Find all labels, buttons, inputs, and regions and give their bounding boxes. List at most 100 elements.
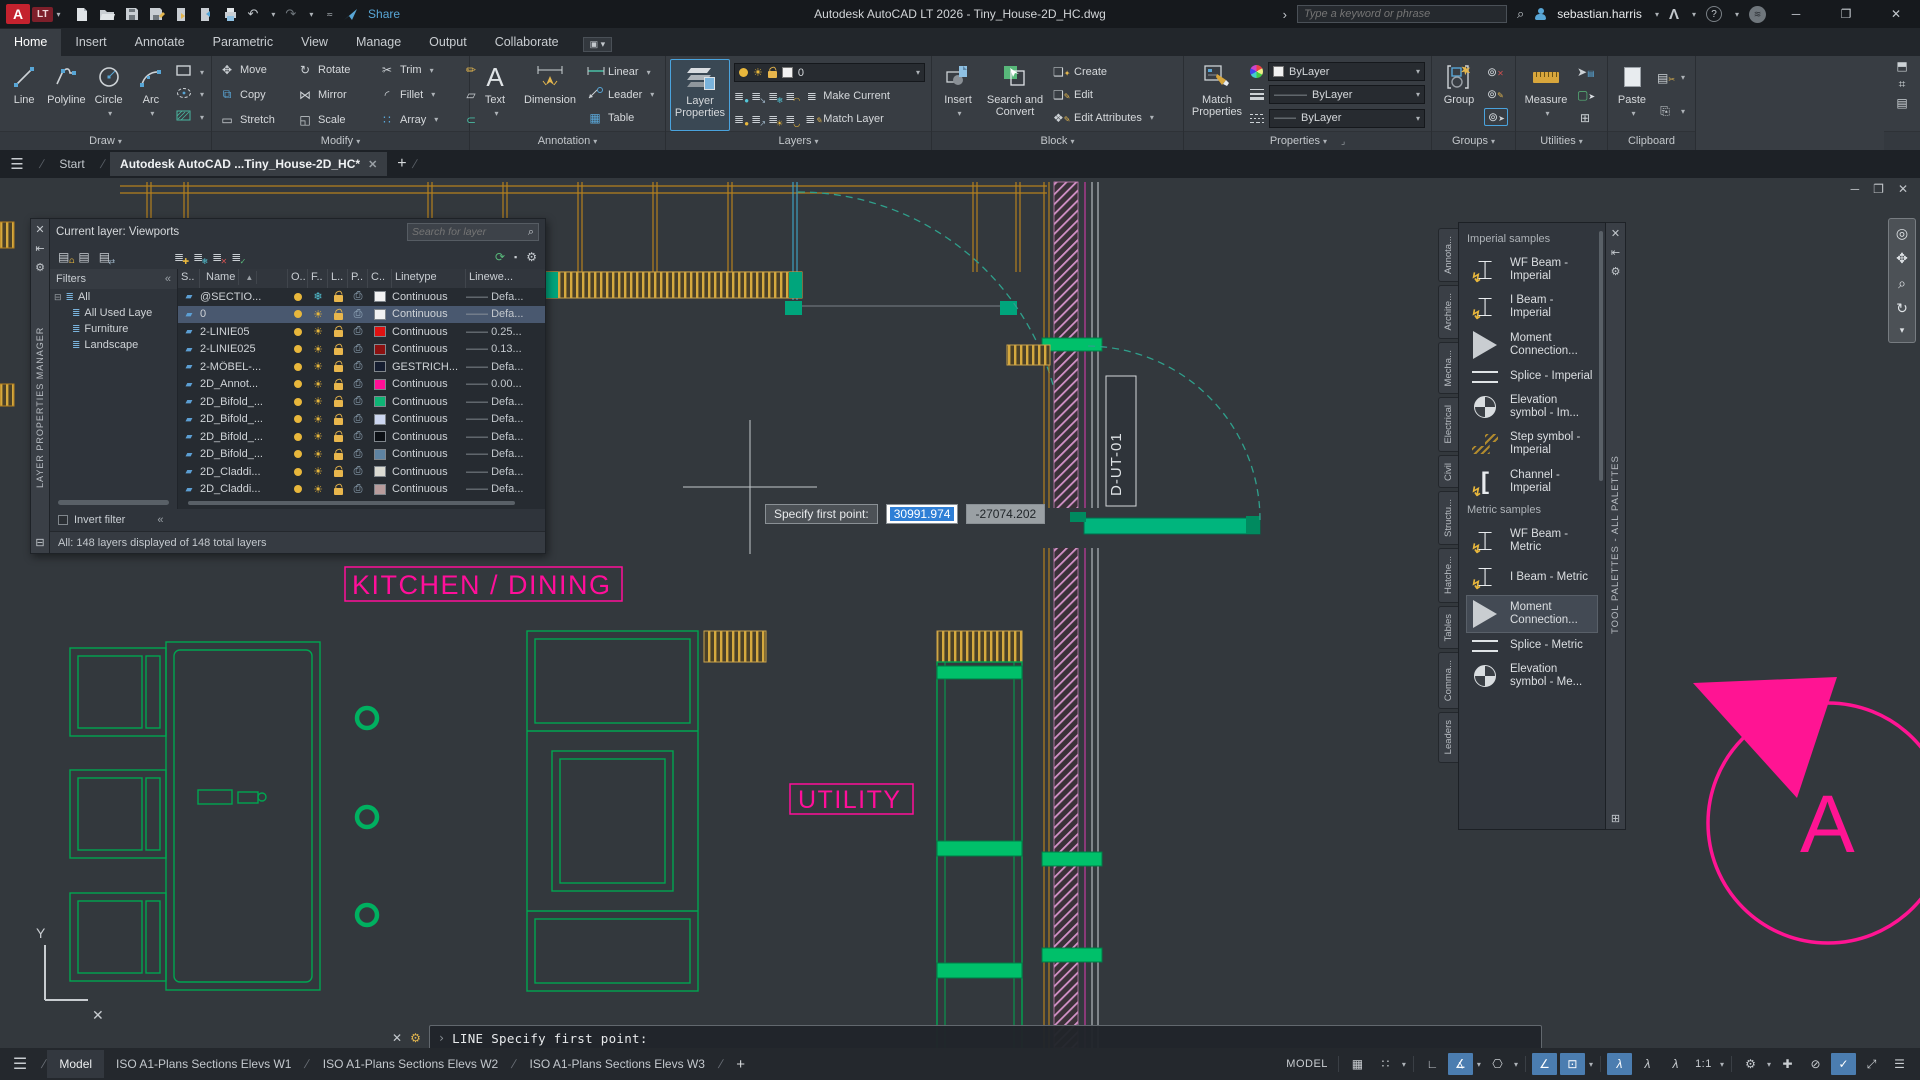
- close-button[interactable]: ✕: [1876, 0, 1916, 28]
- help-dropdown-icon[interactable]: ▾: [1735, 10, 1739, 19]
- annotation-visibility-icon[interactable]: λ: [1607, 1053, 1632, 1075]
- invert-filter-checkbox[interactable]: [58, 515, 68, 525]
- search-input[interactable]: [1297, 5, 1507, 23]
- model-space-toggle[interactable]: MODEL: [1282, 1053, 1332, 1075]
- tool-wf-beam-metric[interactable]: ⌶↯WF Beam - Metric: [1467, 524, 1597, 558]
- autodesk-logo-icon[interactable]: Λ: [1669, 6, 1679, 23]
- workspace-gear-icon[interactable]: ⚙: [1738, 1053, 1763, 1075]
- tab-structural[interactable]: Structu...: [1438, 491, 1458, 545]
- isolate-objects-icon[interactable]: ⊘: [1803, 1053, 1828, 1075]
- polar-tracking-icon[interactable]: ∡: [1448, 1053, 1473, 1075]
- ribbon-tab-view[interactable]: View: [287, 29, 342, 56]
- file-tab-drawing[interactable]: Autodesk AutoCAD ...Tiny_House-2D_HC*✕: [110, 152, 387, 176]
- settings-icon[interactable]: ⚙: [526, 250, 537, 264]
- new-group-filter-icon[interactable]: ▤: [78, 250, 89, 264]
- layer-row[interactable]: ▰2D_Claddi...☀⎙ContinuousDefa...: [178, 463, 545, 481]
- view-tools-icon-1[interactable]: ⬒: [1894, 59, 1910, 73]
- search-convert-button[interactable]: Search and Convert: [982, 59, 1048, 131]
- tab-leaders[interactable]: Leaders: [1438, 712, 1458, 762]
- orbit-icon[interactable]: ↻: [1896, 300, 1908, 317]
- tool-palette-menu-icon[interactable]: ⊞: [1611, 812, 1620, 825]
- color-combo[interactable]: ByLayer▾: [1268, 62, 1425, 81]
- layout-tab-w1[interactable]: ISO A1-Plans Sections Elevs W1: [104, 1050, 303, 1078]
- array-button[interactable]: ∷Array▾: [376, 112, 458, 128]
- fillet-button[interactable]: ◜Fillet▾: [376, 86, 458, 103]
- command-customize-icon[interactable]: ⚙: [410, 1031, 421, 1045]
- app-menu-dropdown-icon[interactable]: ▾: [56, 10, 60, 19]
- grid-scrollbar[interactable]: [188, 501, 515, 505]
- layout-tab-w3[interactable]: ISO A1-Plans Sections Elevs W3: [518, 1050, 717, 1078]
- arc-button[interactable]: Arc ▾: [131, 59, 171, 131]
- layer-grid-header[interactable]: S.. Name ▲ O.. F.. L.. P.. C.. Linetype …: [178, 269, 545, 288]
- tool-palette-scrollbar[interactable]: [1599, 231, 1603, 481]
- graphics-performance-icon[interactable]: ✓: [1831, 1053, 1856, 1075]
- status-customize-icon[interactable]: ☰: [1887, 1053, 1912, 1075]
- panel-label-draw[interactable]: Draw▾: [0, 131, 211, 150]
- layer-search-input[interactable]: [412, 226, 528, 238]
- clean-screen-icon[interactable]: ⤢: [1859, 1053, 1884, 1075]
- snap-dropdown-icon[interactable]: ▾: [1402, 1060, 1406, 1069]
- qat-customize-icon[interactable]: ≂: [326, 10, 333, 19]
- tool-moment-connection-metric[interactable]: Moment Connection...: [1467, 596, 1597, 632]
- match-properties-button[interactable]: Match Properties: [1188, 59, 1246, 131]
- layout-menu-icon[interactable]: ☰: [0, 1054, 40, 1074]
- match-layer-button[interactable]: ≣✎Match Layer: [802, 111, 887, 127]
- scale-dropdown-icon[interactable]: ▾: [1720, 1060, 1724, 1069]
- trim-button[interactable]: ✂Trim▾: [376, 62, 458, 78]
- undo-dropdown-icon[interactable]: ▾: [271, 10, 275, 19]
- layer-freeze-icon[interactable]: ≣❄: [768, 89, 778, 103]
- user-dropdown-icon[interactable]: ▾: [1655, 10, 1659, 19]
- osnap-dropdown-icon[interactable]: ▾: [1589, 1060, 1593, 1069]
- tab-mechanical[interactable]: Mecha...: [1438, 342, 1458, 394]
- layer-row[interactable]: ▰2D_Bifold_...☀⎙ContinuousDefa...: [178, 428, 545, 446]
- search-icon[interactable]: ⌕: [1517, 6, 1524, 22]
- circle-button[interactable]: Circle ▾: [89, 59, 129, 131]
- tool-palette-properties-icon[interactable]: ⚙: [1611, 265, 1621, 278]
- layer-row[interactable]: ▰@SECTIO...❄⎙ContinuousDefa...: [178, 288, 545, 306]
- tab-tables[interactable]: Tables: [1438, 606, 1458, 649]
- minimize-button[interactable]: ─: [1776, 0, 1816, 28]
- tab-command[interactable]: Comma...: [1438, 652, 1458, 709]
- tool-splice-imperial[interactable]: Splice - Imperial: [1467, 366, 1597, 387]
- lineweight-icon[interactable]: [1250, 89, 1264, 101]
- zoom-icon[interactable]: ⌕: [1898, 275, 1906, 292]
- annotation-autoscale-icon[interactable]: λ: [1635, 1053, 1660, 1075]
- new-frozen-layer-icon[interactable]: ≣❄: [193, 250, 203, 264]
- layer-lock-icon[interactable]: ≣◠: [785, 89, 795, 103]
- navbar-more-icon[interactable]: ▾: [1900, 325, 1905, 336]
- app-logo[interactable]: A: [6, 4, 30, 24]
- share-icon[interactable]: [343, 8, 358, 21]
- refresh-icon[interactable]: ⟳: [495, 250, 505, 264]
- layer-states-icon[interactable]: ▤⇄: [99, 250, 110, 264]
- hatch-button[interactable]: ▾: [173, 109, 207, 126]
- object-snap-icon[interactable]: ⊡: [1560, 1053, 1585, 1075]
- ribbon-tab-manage[interactable]: Manage: [342, 29, 415, 56]
- isodraft-dropdown-icon[interactable]: ▾: [1514, 1060, 1518, 1069]
- tool-splice-metric[interactable]: Splice - Metric: [1467, 635, 1597, 656]
- share-label[interactable]: Share: [368, 7, 400, 21]
- filter-furniture[interactable]: ≣Furniture: [50, 321, 177, 337]
- user-name[interactable]: sebastian.harris: [1557, 7, 1642, 21]
- ribbon-display-toggle[interactable]: ▣ ▾: [583, 37, 613, 52]
- group-edit-button[interactable]: ⊚✎: [1484, 86, 1508, 102]
- layer-row[interactable]: ▰2D_Claddi...☀⎙ContinuousDefa...: [178, 481, 545, 499]
- cut-clip-button[interactable]: ▤✂▾: [1654, 70, 1688, 86]
- lineweight-combo[interactable]: ———ByLayer▾: [1269, 85, 1425, 104]
- layer-row[interactable]: ▰2-LINIE05☀⎙Continuous0.25...: [178, 323, 545, 341]
- filters-collapse-icon[interactable]: «: [165, 273, 171, 285]
- layer-combo-dropdown-icon[interactable]: ▾: [916, 68, 920, 77]
- linetype-combo[interactable]: ——ByLayer▾: [1269, 109, 1425, 128]
- rectangle-button[interactable]: ▾: [173, 64, 207, 81]
- layer-row-selected[interactable]: ▰0☀⎙ContinuousDefa...: [178, 306, 545, 324]
- edit-attributes-button[interactable]: ❖✎Edit Attributes▾: [1050, 110, 1157, 126]
- layer-row[interactable]: ▰2D_Bifold_...☀⎙ContinuousDefa...: [178, 393, 545, 411]
- layer-properties-button[interactable]: Layer Properties: [670, 59, 730, 131]
- layer-row[interactable]: ▰2-MÖBEL-...☀⎙GESTRICH...Defa...: [178, 358, 545, 376]
- layer-on-all-icon[interactable]: ≣●: [734, 112, 744, 126]
- palette-autohide-icon[interactable]: ⇤: [35, 242, 44, 255]
- panel-label-annotation[interactable]: Annotation▾: [470, 131, 665, 150]
- tab-civil[interactable]: Civil: [1438, 455, 1458, 489]
- copy-button[interactable]: ⧉Copy: [216, 86, 292, 103]
- table-button[interactable]: ▦Table: [584, 110, 657, 126]
- measure-button[interactable]: Measure▾: [1520, 59, 1572, 131]
